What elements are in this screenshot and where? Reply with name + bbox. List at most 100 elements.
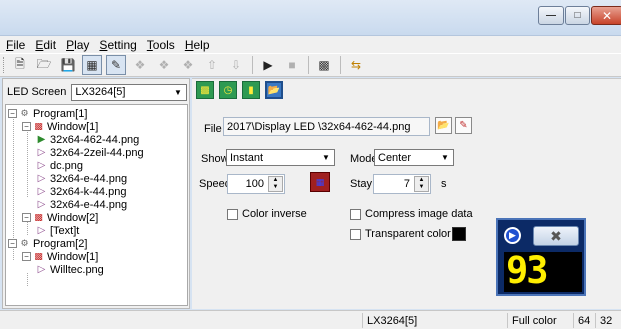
new-file-icon[interactable]: 🗎	[10, 55, 30, 75]
menu-help[interactable]: Help	[185, 38, 210, 52]
stepper-arrows[interactable]: ▲ ▼	[268, 176, 283, 192]
stepper-up-icon[interactable]: ▲	[269, 177, 282, 184]
stepper-down-icon[interactable]: ▼	[415, 184, 428, 191]
tree-line	[27, 273, 28, 286]
move-up-icon[interactable]: ⇧	[202, 55, 222, 75]
window-type-tabs: ▩ ◷ ▮ 📂	[196, 81, 288, 99]
collapse-icon[interactable]: −	[8, 239, 17, 248]
tree-item-window1b[interactable]: − ▩ Window[1]	[22, 250, 98, 263]
tree-item-file[interactable]: ▷ dc.png	[36, 159, 83, 172]
stop-icon[interactable]: ■	[282, 55, 302, 75]
led-preview-digits: 93	[506, 249, 549, 292]
tree-item-program2[interactable]: − ⚙ Program[2]	[8, 237, 87, 250]
status-width: 64	[573, 313, 595, 328]
chevron-down-icon[interactable]: ▼	[437, 150, 453, 165]
stepper-down-icon[interactable]: ▼	[269, 184, 282, 191]
tree-item-file[interactable]: ▶ 32x64-462-44.png	[36, 133, 140, 146]
toolbar-separator	[308, 56, 309, 74]
collapse-icon[interactable]: −	[22, 213, 31, 222]
maximize-button[interactable]: □	[565, 6, 590, 25]
menu-file[interactable]: File	[6, 38, 25, 52]
program-view-icon[interactable]: ▦	[82, 55, 102, 75]
stepper-up-icon[interactable]: ▲	[415, 177, 428, 184]
maximize-icon: □	[574, 10, 581, 21]
toolbar: 🗎 🗁 💾 ▦ ✎ ❖ ❖ ❖ ⇧ ⇩ ▶ ■ ▩ ⇆	[0, 53, 621, 77]
toolbar-separator	[252, 56, 253, 74]
tree-item-file[interactable]: ▷ 32x64-e-44.png	[36, 198, 127, 211]
tree-item-window2[interactable]: − ▩ Window[2]	[22, 211, 98, 224]
stay-unit: s	[441, 178, 447, 190]
tree-item-window1[interactable]: − ▩ Window[1]	[22, 120, 98, 133]
menu-tools[interactable]: Tools	[147, 38, 175, 52]
delete-window-icon[interactable]: ❖	[178, 55, 198, 75]
color-inverse-checkbox[interactable]: Color inverse	[227, 208, 307, 220]
chevron-down-icon[interactable]: ▼	[170, 85, 186, 100]
tree-item-file[interactable]: ▷ 32x64-k-44.png	[36, 185, 127, 198]
transparent-color-checkbox[interactable]: Transparent color	[350, 228, 451, 240]
menu-play[interactable]: Play	[66, 38, 89, 52]
led-screen-select[interactable]: LX3264[5] ▼	[71, 83, 187, 101]
tree-line	[27, 127, 28, 197]
collapse-icon[interactable]: −	[22, 122, 31, 131]
close-button[interactable]: ✕	[591, 6, 621, 25]
save-file-icon[interactable]: 💾	[58, 55, 78, 75]
compress-image-checkbox[interactable]: Compress image data	[350, 208, 478, 220]
checkbox-box[interactable]	[227, 208, 238, 220]
open-folder-icon[interactable]: 📂	[435, 117, 452, 134]
title-bar: — □ ✕	[0, 0, 621, 36]
tree-item-program1[interactable]: − ⚙ Program[1]	[8, 107, 87, 120]
tree-item-file[interactable]: ▷ Willtec.png	[36, 263, 104, 276]
checkbox-box[interactable]	[350, 208, 361, 220]
copy-window-icon[interactable]: ❖	[154, 55, 174, 75]
show-effect-select[interactable]: Instant ▼	[226, 149, 335, 166]
window-icon: ▩	[34, 212, 43, 222]
transparent-color-swatch[interactable]	[452, 227, 466, 241]
led-preview-screen: 93	[504, 249, 582, 292]
image-file-icon: ▷	[37, 147, 46, 158]
image-tab-icon[interactable]: ▩	[196, 81, 214, 99]
play-icon[interactable]: ▶	[258, 55, 278, 75]
menu-edit[interactable]: Edit	[35, 38, 56, 52]
speed-stepper[interactable]: 100 ▲ ▼	[227, 174, 285, 194]
window-icon: ▩	[34, 251, 43, 261]
window-icon: ▩	[34, 121, 43, 131]
stay-stepper[interactable]: 7 ▲ ▼	[373, 174, 431, 194]
folder-tab-icon[interactable]: 📂	[265, 81, 283, 99]
chevron-down-icon[interactable]: ▼	[318, 150, 334, 165]
send-icon[interactable]: ⇆	[346, 55, 366, 75]
led-screen-value: LX3264[5]	[75, 86, 126, 98]
menu-setting[interactable]: Setting	[99, 38, 136, 52]
status-color-mode: Full color	[507, 313, 573, 328]
edit-window-icon[interactable]: ✎	[106, 55, 126, 75]
collapse-icon[interactable]: −	[22, 252, 31, 261]
tree-item-text[interactable]: ▷ [Text]t	[36, 224, 80, 237]
edit-image-icon[interactable]: ✎	[455, 117, 472, 134]
effect-preview-icon[interactable]: ▦	[310, 172, 330, 192]
play-file-icon: ▶	[37, 134, 46, 145]
add-window-icon[interactable]: ❖	[130, 55, 150, 75]
program-gear-icon: ⚙	[20, 108, 29, 118]
minimize-button[interactable]: —	[538, 6, 564, 25]
toolbar-grip[interactable]	[3, 57, 6, 73]
preview-close-button[interactable]: ✖	[533, 226, 579, 246]
mode-select[interactable]: Center ▼	[374, 149, 454, 166]
program-tree: − ⚙ Program[1] − ▩ Window[1] ▶ 32x64-462…	[5, 104, 188, 306]
stepper-arrows[interactable]: ▲ ▼	[414, 176, 429, 192]
program-gear-icon: ⚙	[20, 238, 29, 248]
tree-item-file[interactable]: ▷ 32x64-2zeil-44.png	[36, 146, 144, 159]
show-label: Show	[201, 153, 229, 165]
file-path-field[interactable]: 2017\Display LED \32x64-462-44.png	[223, 117, 430, 136]
tree-item-file[interactable]: ▷ 32x64-e-44.png	[36, 172, 127, 185]
image-file-icon: ▷	[37, 186, 46, 197]
screen-settings-icon[interactable]: ▩	[314, 55, 334, 75]
preview-play-icon[interactable]: ▶	[504, 227, 521, 244]
clock-tab-icon[interactable]: ◷	[219, 81, 237, 99]
collapse-icon[interactable]: −	[8, 109, 17, 118]
checkbox-box[interactable]	[350, 228, 361, 240]
led-preview-window: ▶ ✖ 93	[496, 218, 586, 296]
move-down-icon[interactable]: ⇩	[226, 55, 246, 75]
image-file-icon: ▷	[37, 199, 46, 210]
menu-bar: File Edit Play Setting Tools Help	[0, 36, 621, 53]
timer-tab-icon[interactable]: ▮	[242, 81, 260, 99]
open-file-icon[interactable]: 🗁	[34, 55, 54, 75]
